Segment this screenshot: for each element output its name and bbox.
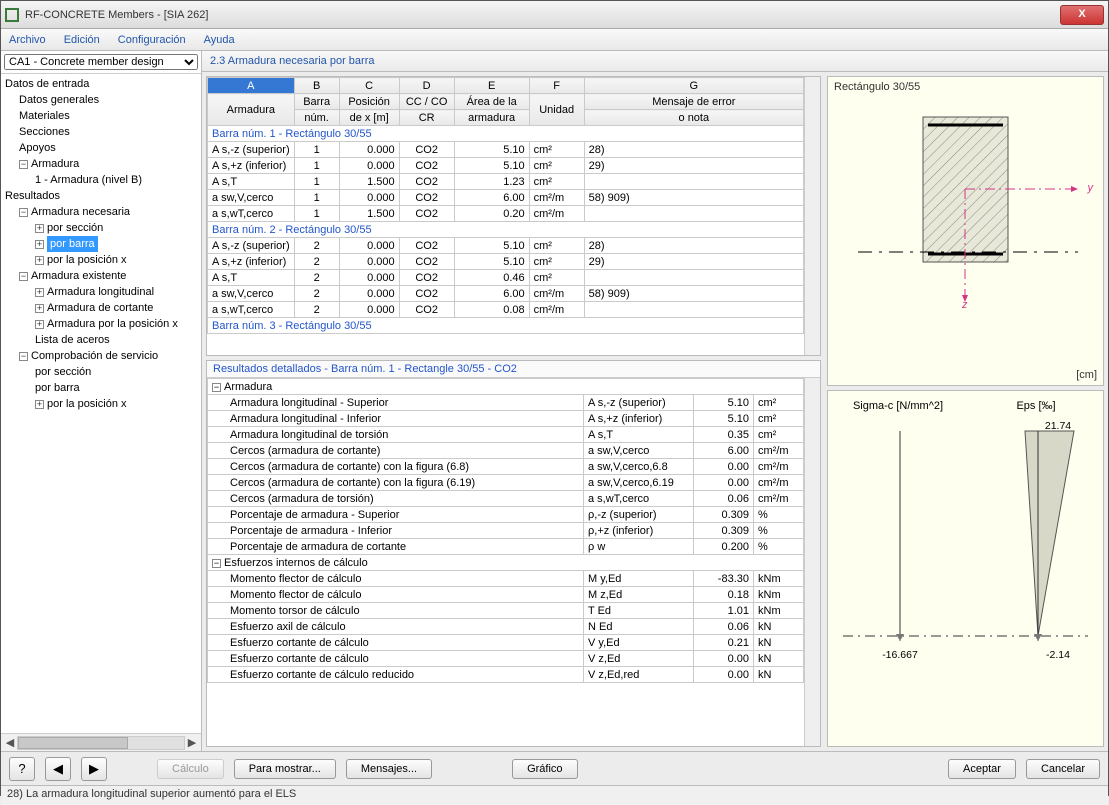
cross-section-view: Rectángulo 30/55 — [827, 76, 1104, 386]
detail-row[interactable]: Esfuerzo cortante de cálculoV y,Ed0.21kN — [208, 635, 804, 651]
sigma-label: Sigma-c [N/mm^2] — [853, 400, 943, 412]
messages-button[interactable]: Mensajes... — [346, 759, 432, 779]
table-row[interactable]: a sw,V,cerco20.000CO26.00cm²/m58) 909) — [208, 286, 804, 302]
table-row[interactable]: A s,T20.000CO20.46cm² — [208, 270, 804, 286]
sidebar: CA1 - Concrete member design Datos de en… — [1, 51, 202, 751]
detail-row[interactable]: Armadura longitudinal - InferiorA s,+z (… — [208, 411, 804, 427]
detail-row[interactable]: Momento torsor de cálculoT Ed1.01kNm — [208, 603, 804, 619]
next-button[interactable]: ▶ — [81, 757, 107, 781]
show-button[interactable]: Para mostrar... — [234, 759, 336, 779]
details-header: Resultados detallados - Barra núm. 1 - R… — [207, 361, 820, 378]
tree-input[interactable]: Datos de entrada — [3, 76, 201, 92]
detail-row[interactable]: Armadura longitudinal - SuperiorA s,-z (… — [208, 395, 804, 411]
detail-row[interactable]: Momento flector de cálculoM z,Ed0.18kNm — [208, 587, 804, 603]
tree-reinf-by-x[interactable]: +Armadura por la posición x — [3, 316, 201, 332]
tree-sc-xpos[interactable]: +por la posición x — [3, 396, 201, 412]
col-D[interactable]: D — [399, 78, 454, 94]
tree-shear-reinf[interactable]: +Armadura de cortante — [3, 300, 201, 316]
detail-row[interactable]: Esfuerzo axil de cálculoN Ed0.06kN — [208, 619, 804, 635]
v3: 21.74 — [1045, 420, 1071, 432]
col-B[interactable]: B — [294, 78, 339, 94]
col-A[interactable]: A — [208, 78, 295, 94]
v2: -2.14 — [1046, 649, 1070, 661]
content-title: 2.3 Armadura necesaria por barra — [202, 51, 1108, 72]
details-grid[interactable]: −ArmaduraArmadura longitudinal - Superio… — [207, 378, 804, 746]
help-button[interactable]: ? — [9, 757, 35, 781]
table-row[interactable]: A s,+z (inferior)20.000CO25.10cm²29) — [208, 254, 804, 270]
vscroll-icon[interactable] — [804, 378, 820, 746]
tree-by-section[interactable]: +por sección — [3, 220, 201, 236]
detail-row[interactable]: Porcentaje de armadura - Superiorρ,-z (s… — [208, 507, 804, 523]
detail-row[interactable]: Cercos (armadura de cortante) con la fig… — [208, 459, 804, 475]
table-row[interactable]: A s,-z (superior)10.000CO25.10cm²28) — [208, 142, 804, 158]
close-button[interactable]: X — [1060, 5, 1104, 25]
tree-serv-check[interactable]: −Comprobación de servicio — [3, 348, 201, 364]
detail-row[interactable]: Momento flector de cálculoM y,Ed-83.30kN… — [208, 571, 804, 587]
table-row[interactable]: a s,wT,cerco11.500CO20.20cm²/m — [208, 206, 804, 222]
tree-general[interactable]: Datos generales — [3, 92, 201, 108]
tree-reinf-1[interactable]: 1 - Armadura (nivel B) — [3, 172, 201, 188]
diagram-view: Sigma-c [N/mm^2] Eps [‰] -16.667 -2.14 2… — [827, 390, 1104, 747]
v1: -16.667 — [882, 649, 918, 661]
app-icon — [5, 8, 19, 22]
detail-row[interactable]: Esfuerzo cortante de cálculoV z,Ed0.00kN — [208, 651, 804, 667]
col-C[interactable]: C — [339, 78, 399, 94]
nav-tree[interactable]: Datos de entrada Datos generales Materia… — [1, 74, 201, 733]
tree-sections[interactable]: Secciones — [3, 124, 201, 140]
detail-row[interactable]: Esfuerzo cortante de cálculo reducidoV z… — [208, 667, 804, 683]
tree-by-bar[interactable]: +por barra — [3, 236, 201, 252]
tree-results[interactable]: Resultados — [3, 188, 201, 204]
tree-steel-list[interactable]: Lista de aceros — [3, 332, 201, 348]
table-row[interactable]: a s,wT,cerco20.000CO20.08cm²/m — [208, 302, 804, 318]
tree-req-reinf[interactable]: −Armadura necesaria — [3, 204, 201, 220]
scroll-right-icon[interactable]: ▶ — [185, 736, 199, 749]
tree-sc-section[interactable]: por sección — [3, 364, 201, 380]
prev-button[interactable]: ◀ — [45, 757, 71, 781]
detail-row[interactable]: Porcentaje de armadura - Inferiorρ,+z (i… — [208, 523, 804, 539]
case-select[interactable]: CA1 - Concrete member design — [4, 54, 198, 70]
group-row[interactable]: −Armadura — [208, 379, 804, 395]
eps-label: Eps [‰] — [1016, 400, 1055, 412]
col-F[interactable]: F — [529, 78, 584, 94]
col-G[interactable]: G — [584, 78, 803, 94]
tree-by-xpos[interactable]: +por la posición x — [3, 252, 201, 268]
menubar: Archivo Edición Configuración Ayuda — [1, 29, 1108, 51]
graph-button[interactable]: Gráfico — [512, 759, 577, 779]
main-grid[interactable]: A B C D E F G Armadura — [207, 77, 804, 355]
menu-help[interactable]: Ayuda — [204, 34, 235, 46]
tree-long-reinf[interactable]: +Armadura longitudinal — [3, 284, 201, 300]
tree-reinf[interactable]: −Armadura — [3, 156, 201, 172]
detail-row[interactable]: Cercos (armadura de torsión)a s,wT,cerco… — [208, 491, 804, 507]
detail-row[interactable]: Cercos (armadura de cortante)a sw,V,cerc… — [208, 443, 804, 459]
group-row[interactable]: −Esfuerzos internos de cálculo — [208, 555, 804, 571]
sidebar-hscroll[interactable]: ◀ ▶ — [1, 733, 201, 751]
menu-config[interactable]: Configuración — [118, 34, 186, 46]
detail-row[interactable]: Armadura longitudinal de torsiónA s,T0.3… — [208, 427, 804, 443]
table-row[interactable]: A s,+z (inferior)10.000CO25.10cm²29) — [208, 158, 804, 174]
statusbar: 28) La armadura longitudinal superior au… — [1, 785, 1108, 805]
window-title: RF-CONCRETE Members - [SIA 262] — [25, 9, 1056, 21]
tree-sc-bar[interactable]: por barra — [3, 380, 201, 396]
cancel-button[interactable]: Cancelar — [1026, 759, 1100, 779]
tree-exist-reinf[interactable]: −Armadura existente — [3, 268, 201, 284]
vscroll-icon[interactable] — [804, 77, 820, 355]
table-row[interactable]: a sw,V,cerco10.000CO26.00cm²/m58) 909) — [208, 190, 804, 206]
table-row[interactable]: A s,-z (superior)20.000CO25.10cm²28) — [208, 238, 804, 254]
menu-file[interactable]: Archivo — [9, 34, 46, 46]
tree-materials[interactable]: Materiales — [3, 108, 201, 124]
scroll-left-icon[interactable]: ◀ — [3, 736, 17, 749]
titlebar: RF-CONCRETE Members - [SIA 262] X — [1, 1, 1108, 29]
detail-row[interactable]: Porcentaje de armadura de cortanteρ w0.2… — [208, 539, 804, 555]
col-E[interactable]: E — [454, 78, 529, 94]
button-bar: ? ◀ ▶ Cálculo Para mostrar... Mensajes..… — [1, 751, 1108, 785]
table-row[interactable]: A s,T11.500CO21.23cm² — [208, 174, 804, 190]
calc-button[interactable]: Cálculo — [157, 759, 224, 779]
tree-supports[interactable]: Apoyos — [3, 140, 201, 156]
detail-row[interactable]: Cercos (armadura de cortante) con la fig… — [208, 475, 804, 491]
ok-button[interactable]: Aceptar — [948, 759, 1016, 779]
menu-edit[interactable]: Edición — [64, 34, 100, 46]
